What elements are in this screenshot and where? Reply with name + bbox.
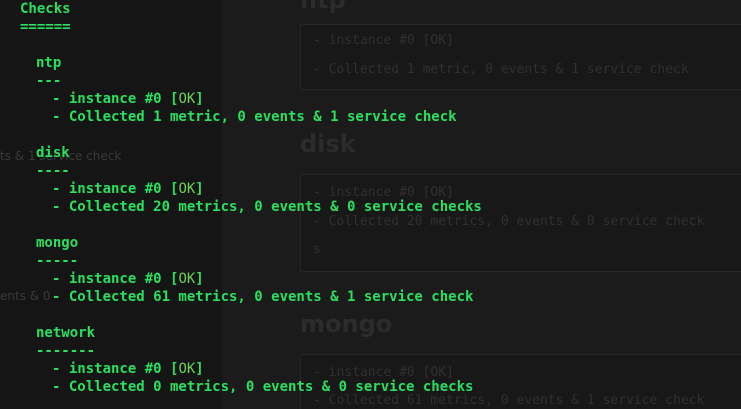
instance-text: - instance #0 [ bbox=[52, 181, 179, 197]
check-collected-line: - Collected 20 metrics, 0 events & 0 ser… bbox=[52, 199, 482, 215]
check-underline: ------- bbox=[36, 343, 96, 359]
instance-text: - instance #0 [ bbox=[52, 91, 179, 107]
check-instance-line: - instance #0 [OK] bbox=[52, 90, 204, 108]
instance-text: ] bbox=[195, 181, 204, 197]
checks-heading-underline: ====== bbox=[20, 19, 71, 35]
status-ok: OK bbox=[178, 361, 196, 377]
check-underline: ---- bbox=[36, 163, 70, 179]
check-name: mongo bbox=[36, 235, 79, 251]
check-instance-line: - instance #0 [OK] bbox=[52, 270, 204, 288]
check-underline: ----- bbox=[36, 253, 79, 269]
instance-text: - instance #0 [ bbox=[52, 271, 179, 287]
checks-heading: Checks bbox=[20, 1, 71, 17]
instance-text: ] bbox=[195, 361, 204, 377]
instance-text: ] bbox=[195, 271, 204, 287]
instance-text: - instance #0 [ bbox=[52, 361, 179, 377]
check-collected-line: - Collected 0 metrics, 0 events & 0 serv… bbox=[52, 379, 474, 395]
status-ok: OK bbox=[178, 91, 196, 107]
check-name: ntp bbox=[36, 55, 62, 71]
check-instance-line: - instance #0 [OK] bbox=[52, 180, 204, 198]
check-instance-line: - instance #0 [OK] bbox=[52, 360, 204, 378]
status-ok: OK bbox=[178, 271, 196, 287]
instance-text: ] bbox=[195, 91, 204, 107]
check-name: disk bbox=[36, 145, 70, 161]
check-underline: --- bbox=[36, 73, 62, 89]
check-collected-line: - Collected 61 metrics, 0 events & 1 ser… bbox=[52, 289, 474, 305]
terminal-output: Checks ====== ntp --- - instance #0 [OK]… bbox=[0, 0, 741, 409]
check-name: network bbox=[36, 325, 96, 341]
status-ok: OK bbox=[178, 181, 196, 197]
check-collected-line: - Collected 1 metric, 0 events & 1 servi… bbox=[52, 109, 457, 125]
